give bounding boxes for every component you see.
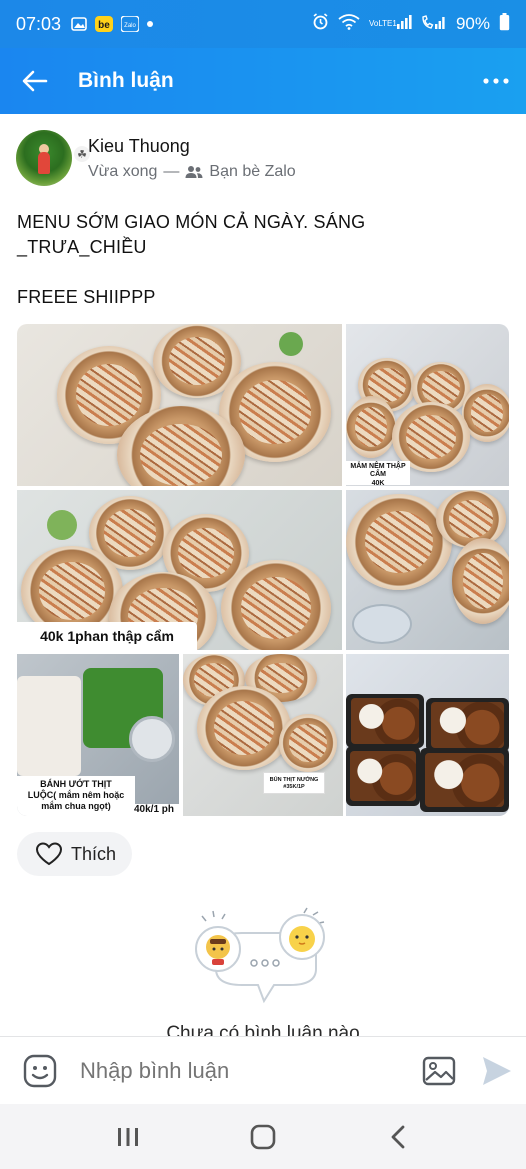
- back-button[interactable]: [0, 48, 70, 114]
- heart-icon: [35, 842, 63, 866]
- photo-caption: 40k 1phan thập cẩm: [17, 622, 197, 650]
- send-icon: [483, 1056, 511, 1085]
- author-name[interactable]: Kieu Thuong: [88, 136, 296, 157]
- post-author: ☘ Kieu Thuong Vừa xong — Bạn bè Zalo: [0, 114, 526, 186]
- empty-comments-illustration-icon: [195, 907, 325, 1004]
- image-attach-button[interactable]: [410, 1037, 468, 1105]
- post: ☘ Kieu Thuong Vừa xong — Bạn bè Zalo MEN…: [0, 114, 526, 876]
- comment-composer: [0, 1036, 526, 1104]
- avatar-wrapper[interactable]: ☘: [16, 130, 90, 186]
- post-timestamp: Vừa xong: [88, 162, 158, 180]
- food-photo[interactable]: BÁNH ƯỚT THỊT LUỘC( mắm nêm hoặc mắm chu…: [17, 654, 179, 816]
- photo-caption: BÁNH ƯỚT THỊT LUỘC( mắm nêm hoặc mắm chu…: [17, 776, 135, 816]
- post-subline: Vừa xong — Bạn bè Zalo: [88, 163, 296, 181]
- food-photo[interactable]: [346, 490, 509, 650]
- nav-back-button[interactable]: [368, 1112, 428, 1162]
- send-button[interactable]: [468, 1037, 526, 1105]
- chevron-left-icon: [391, 1125, 405, 1148]
- arrow-left-icon: [22, 70, 48, 92]
- zalo-icon: Zalo: [121, 16, 140, 32]
- food-photo[interactable]: [346, 654, 509, 816]
- post-meta: Kieu Thuong Vừa xong — Bạn bè Zalo: [88, 136, 296, 181]
- food-photo[interactable]: 40k 1phan thập cẩm: [17, 490, 342, 650]
- home-button[interactable]: [233, 1112, 293, 1162]
- photo-caption: MẮM NÊM THẬP CẨM 40K: [346, 461, 410, 486]
- empty-comments: Chưa có bình luận nào: [0, 905, 526, 1044]
- be-app-icon: be: [95, 16, 114, 32]
- photo-grid: MẮM NÊM THẬP CẨM 40K 40k 1phan thập cẩm …: [17, 324, 509, 816]
- more-options-button[interactable]: [466, 48, 526, 114]
- recent-apps-icon: [117, 1127, 138, 1146]
- separator: —: [163, 162, 180, 180]
- gallery-icon: [71, 16, 87, 32]
- home-icon: [250, 1124, 276, 1149]
- call-signal-2-icon: [421, 14, 447, 35]
- comment-input[interactable]: [80, 1057, 410, 1084]
- status-time: 07:03: [16, 13, 62, 34]
- app-header: Bình luận: [0, 48, 526, 114]
- sticker-button[interactable]: [0, 1037, 80, 1105]
- dot-icon: [147, 21, 154, 27]
- food-photo[interactable]: BÚN THỊT NƯỚNG #35K/1P: [183, 654, 343, 816]
- clover-icon: ☘: [74, 146, 90, 162]
- more-horizontal-icon: [483, 78, 509, 84]
- image-icon: [422, 1056, 456, 1085]
- post-text: MENU SỚM GIAO MÓN CẢ NGÀY. SÁNG _TRƯA_CH…: [0, 186, 526, 310]
- svg-text:Zalo: Zalo: [124, 23, 136, 29]
- post-text-line: FREEE SHIIPPP: [17, 287, 156, 307]
- avatar[interactable]: [16, 130, 72, 186]
- photo-caption: BÚN THỊT NƯỚNG #35K/1P: [263, 772, 325, 794]
- post-text-line: _TRƯA_CHIỀU: [17, 237, 147, 257]
- like-label: Thích: [71, 843, 117, 864]
- like-button[interactable]: Thích: [17, 832, 132, 876]
- photo-caption: 40k/1 ph: [129, 804, 179, 816]
- page-title: Bình luận: [78, 69, 174, 92]
- wifi-icon: [338, 13, 360, 35]
- battery-percent: 90%: [455, 14, 490, 33]
- food-photo[interactable]: [17, 324, 342, 486]
- svg-text:be: be: [98, 20, 110, 31]
- sticker-icon: [23, 1054, 57, 1087]
- battery-icon: [499, 12, 510, 36]
- signal-1-icon: [396, 14, 412, 35]
- network-label: VoLTE1: [368, 19, 397, 28]
- alarm-icon: [312, 13, 329, 35]
- status-bar: 07:03 be Zalo VoLTE1 90%: [0, 0, 526, 48]
- food-photo[interactable]: MẮM NÊM THẬP CẨM 40K: [346, 324, 509, 486]
- post-audience: Bạn bè Zalo: [209, 162, 296, 180]
- friends-icon: [185, 165, 203, 178]
- system-nav-bar: [0, 1104, 526, 1169]
- post-text-line: MENU SỚM GIAO MÓN CẢ NGÀY. SÁNG: [17, 212, 366, 232]
- recent-apps-button[interactable]: [98, 1112, 158, 1162]
